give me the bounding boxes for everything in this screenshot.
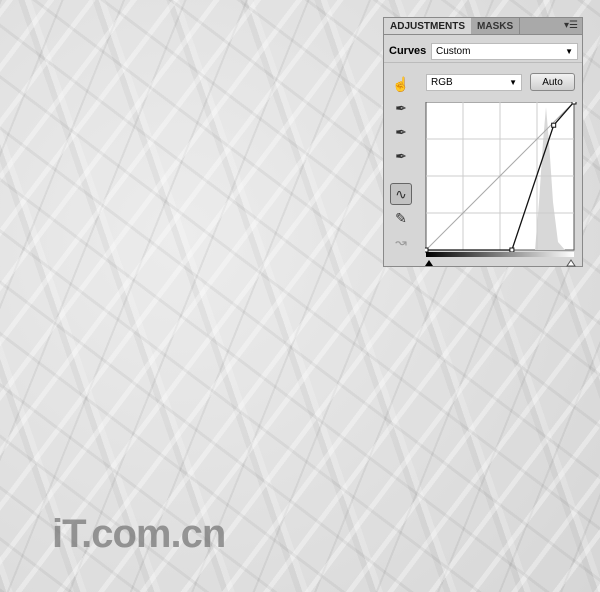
adjustment-label: Curves (389, 45, 427, 57)
gray-eyedropper-icon[interactable]: ✒ (390, 121, 412, 143)
white-point-slider[interactable] (566, 259, 576, 267)
channel-select[interactable]: RGB ▼ (426, 74, 522, 91)
channel-value: RGB (431, 77, 453, 88)
curve-control-point[interactable] (509, 247, 515, 253)
auto-button[interactable]: Auto (530, 73, 575, 91)
pencil-icon[interactable]: ✎ (390, 207, 412, 229)
black-point-slider[interactable] (425, 260, 433, 266)
tab-masks[interactable]: MASKS (471, 18, 521, 34)
smooth-icon[interactable]: ↝ (390, 231, 412, 253)
curve-control-point[interactable] (425, 247, 429, 253)
adjustments-panel: ADJUSTMENTS MASKS ▾☰ Curves Custom ▼ ☝ ✒ … (383, 17, 583, 267)
target-adjust-hand-icon[interactable]: ☝ (390, 73, 412, 95)
chevron-down-icon: ▼ (565, 46, 573, 56)
panel-menu-icon[interactable]: ▾☰ (564, 20, 578, 31)
chevron-down-icon: ▼ (509, 78, 517, 87)
black-eyedropper-icon[interactable]: ✒ (390, 97, 412, 119)
tab-adjustments[interactable]: ADJUSTMENTS (384, 18, 472, 34)
preset-select[interactable]: Custom ▼ (431, 42, 578, 60)
preset-value: Custom (436, 45, 471, 57)
curve-points-icon[interactable]: ∿ (390, 183, 412, 205)
curve-control-point[interactable] (571, 102, 577, 105)
white-eyedropper-icon[interactable]: ✒ (390, 145, 412, 167)
curves-graph[interactable] (425, 102, 577, 267)
watermark-logo: iT.com.cn (52, 512, 226, 556)
curve-control-point[interactable] (551, 122, 557, 128)
